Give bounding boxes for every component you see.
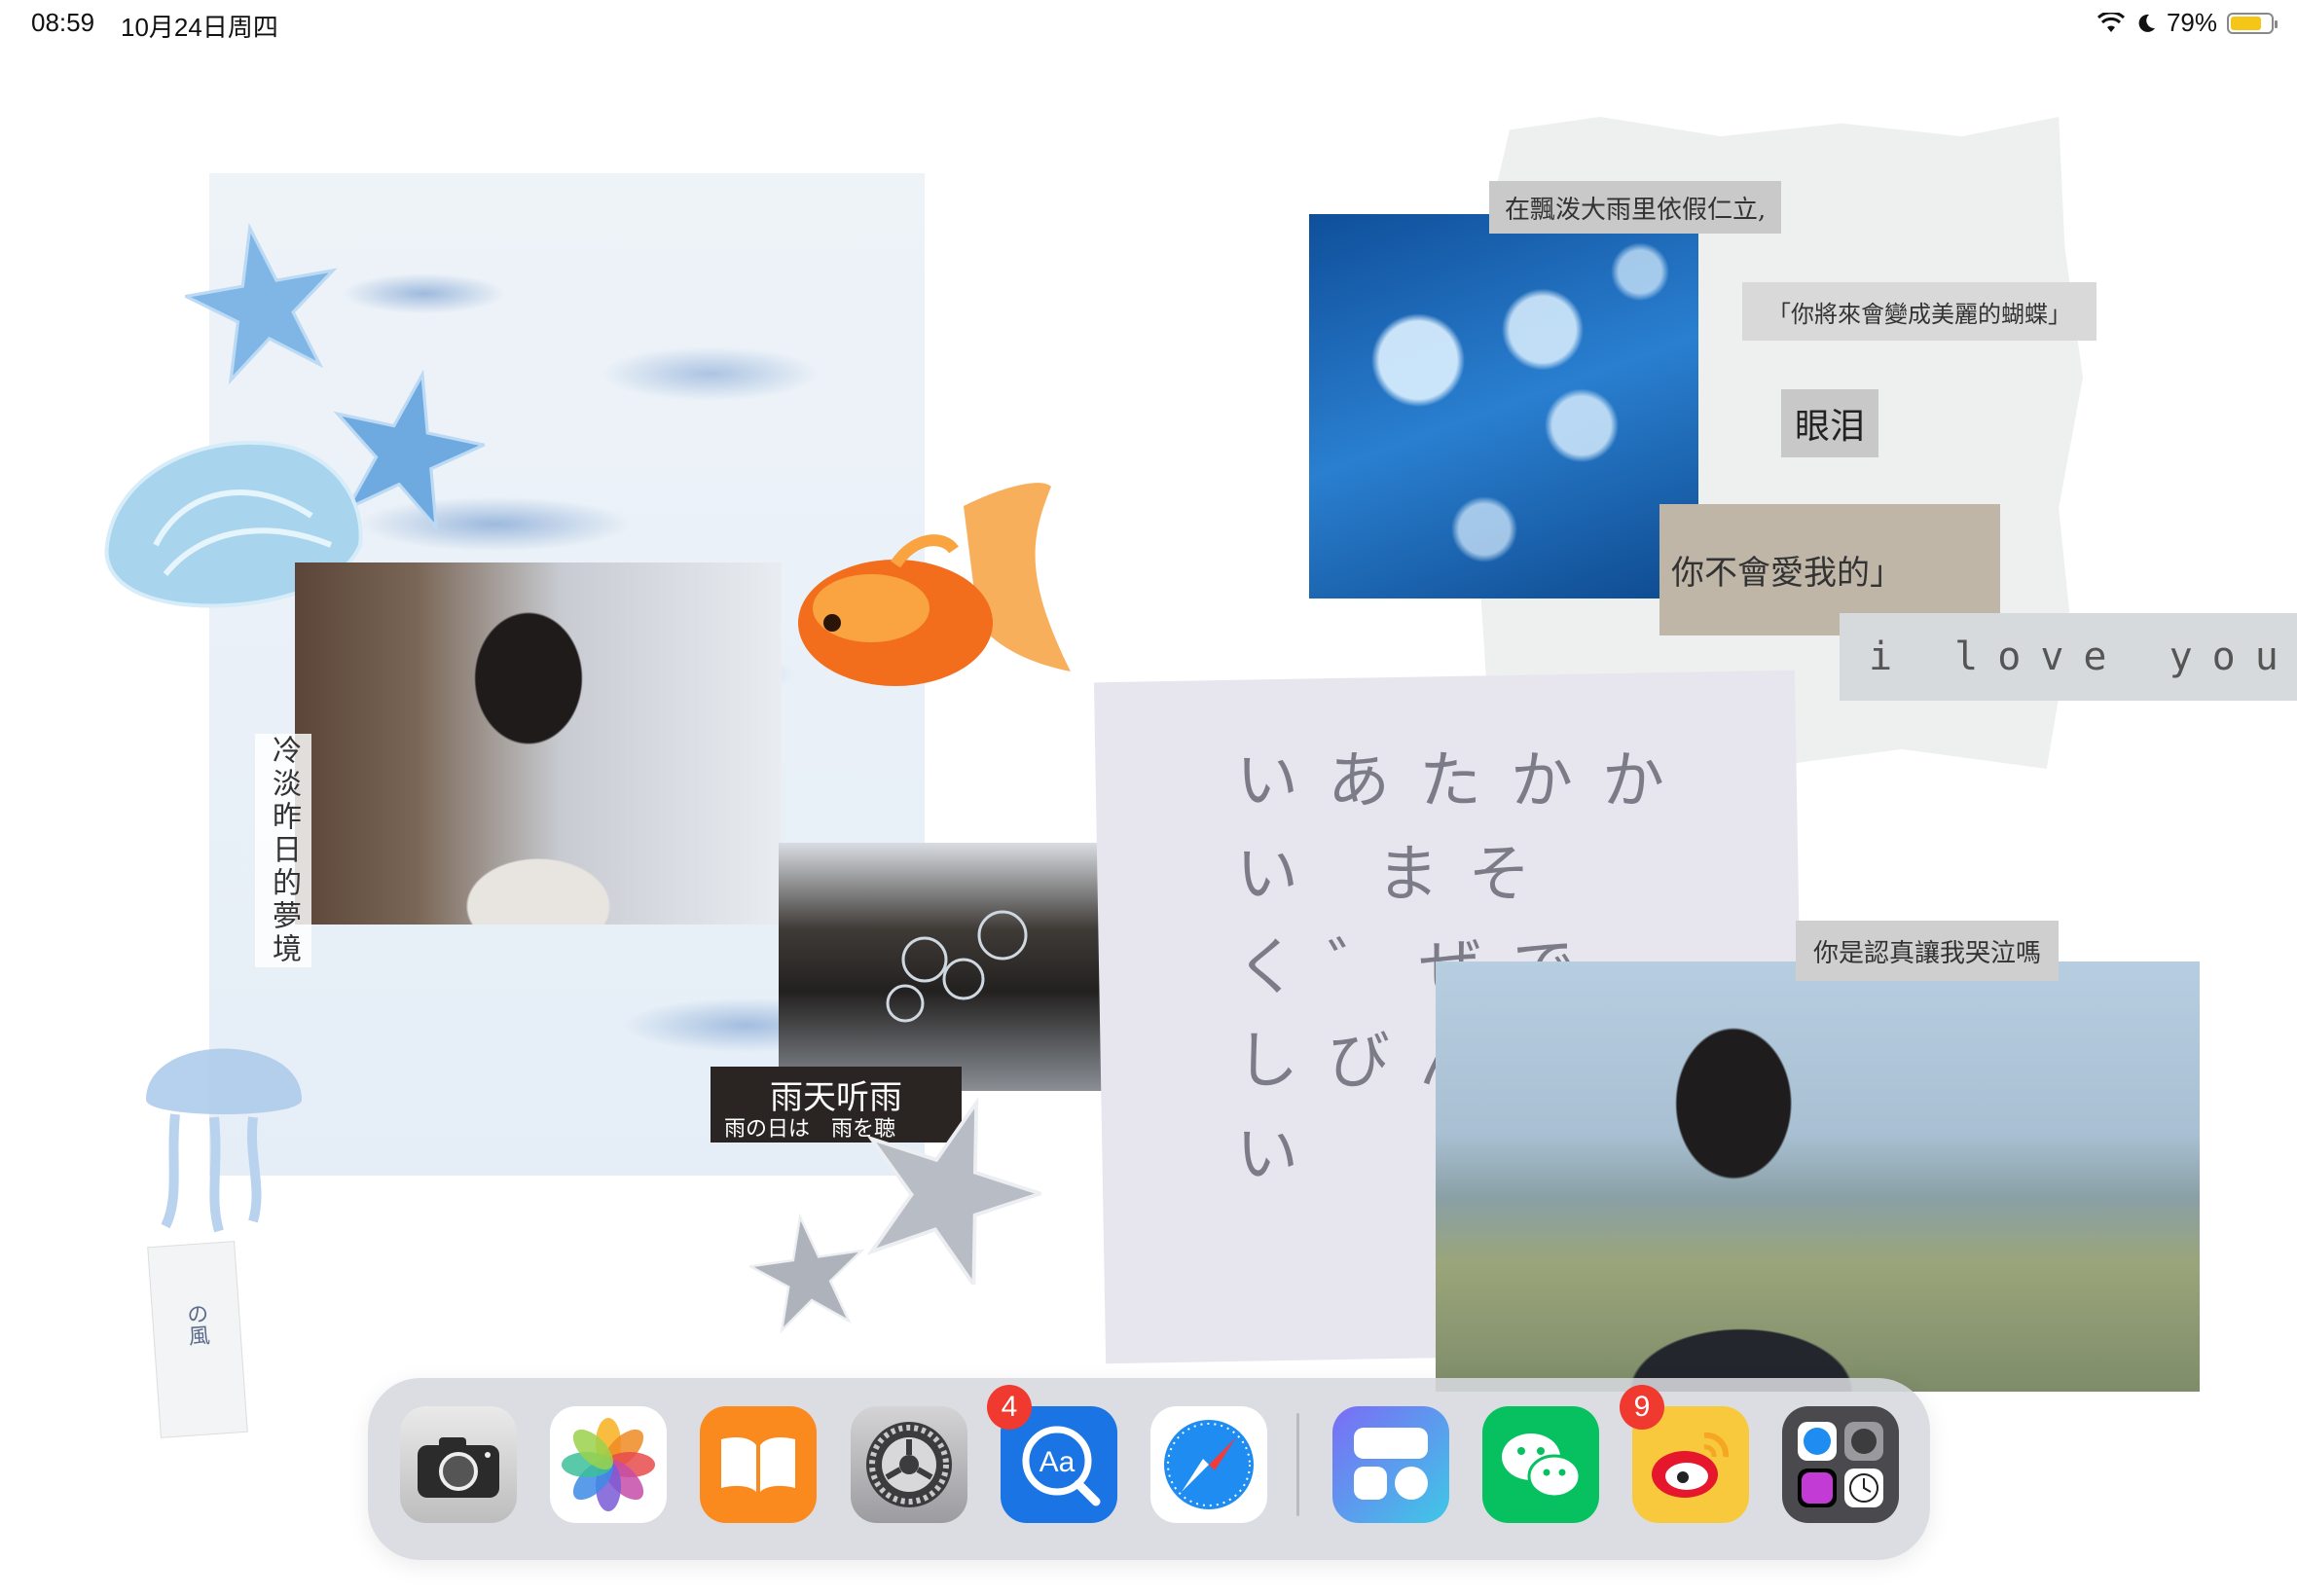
wechat-badge: 9 — [1620, 1385, 1664, 1430]
status-bar: 08:59 10月24日周四 79% — [0, 0, 2297, 49]
text-strip: 在飄泼大雨里依假仁立, — [1489, 181, 1782, 234]
app-wechat[interactable] — [1482, 1406, 1599, 1523]
app-library[interactable] — [1782, 1406, 1899, 1523]
wallpaper-collage: 冷淡昨日的夢境 雨天听雨 雨の日は 雨を聴 の風 在飄泼大雨里依假仁立, 「你將… — [0, 0, 2297, 1596]
vertical-caption: 冷淡昨日的夢境 — [255, 734, 311, 967]
battery-percent: 79% — [2166, 8, 2217, 37]
status-date: 10月24日周四 — [121, 13, 278, 42]
star-sticker — [185, 222, 338, 384]
battery-fill — [2231, 16, 2261, 30]
app-photos[interactable] — [550, 1406, 667, 1523]
status-indicators: 79% — [2096, 8, 2278, 38]
battery-icon — [2227, 12, 2278, 34]
widget-icon — [1354, 1428, 1428, 1500]
status-time: 08:59 — [31, 8, 95, 37]
books-icon — [721, 1437, 795, 1492]
wifi-icon — [2096, 12, 2125, 32]
photo-rain-eaves — [779, 843, 1119, 1091]
app-library-icon — [1798, 1422, 1883, 1507]
app-settings[interactable] — [851, 1406, 967, 1523]
dock-separator — [1296, 1413, 1299, 1516]
text-strip: 「你將來會變成美麗的蝴蝶」 — [1742, 282, 2096, 341]
wechat-icon — [1502, 1433, 1582, 1499]
star-sticker — [866, 1097, 1041, 1285]
settings-icon — [866, 1422, 952, 1507]
safari-icon — [1164, 1420, 1254, 1509]
settings-badge: 4 — [987, 1385, 1032, 1430]
dock: 4 Aa 9 — [368, 1378, 1930, 1560]
app-camera[interactable] — [400, 1406, 517, 1523]
app-books[interactable] — [700, 1406, 817, 1523]
app-widgets[interactable] — [1332, 1406, 1449, 1523]
photo-boy-window — [295, 562, 782, 925]
photos-icon — [562, 1418, 655, 1511]
text-strip: 你是認真讓我哭泣嗎 — [1796, 921, 2060, 981]
star-sticker — [749, 1213, 865, 1333]
text-strip: 眼泪 — [1781, 389, 1879, 457]
app-safari[interactable] — [1150, 1406, 1267, 1523]
moon-icon — [2138, 14, 2155, 32]
jellyfish-chime-sticker — [146, 1048, 302, 1233]
chime-tag: の風 — [147, 1241, 248, 1438]
chime-tag-text: の風 — [183, 1302, 211, 1347]
photo-jellyfish — [1309, 214, 1698, 598]
svg-text:Aa: Aa — [1039, 1446, 1076, 1478]
text-strip: i love you — [1840, 613, 2297, 701]
camera-icon — [418, 1437, 499, 1498]
photo-boy-field — [1436, 961, 2200, 1392]
goldfish-sticker — [798, 483, 1071, 686]
